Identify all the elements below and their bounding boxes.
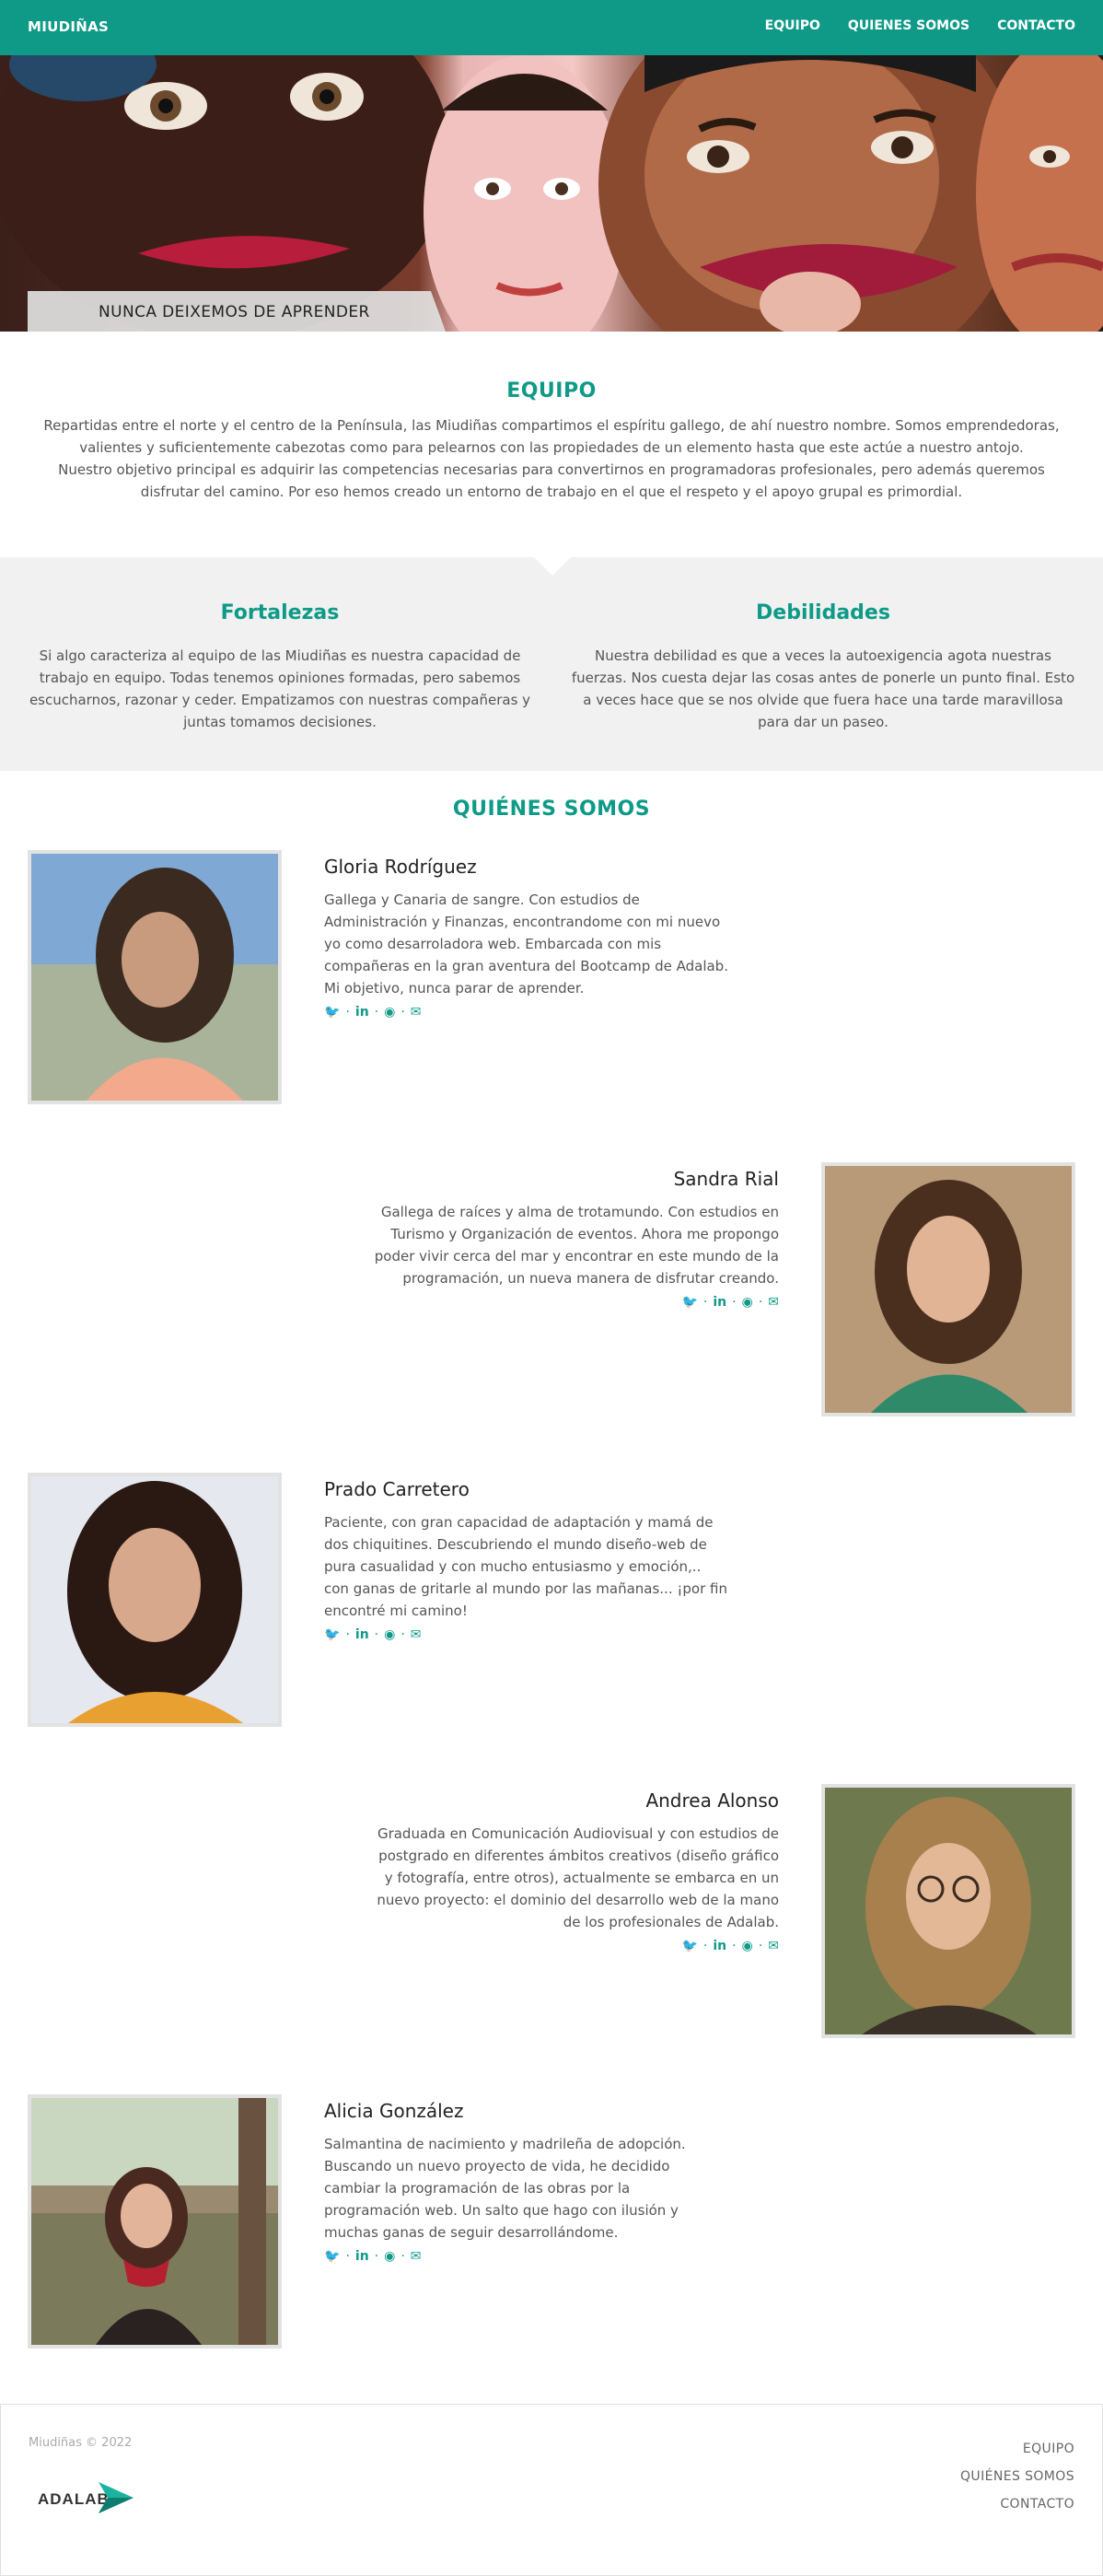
twitter-icon[interactable]: 🐦 [324, 1005, 340, 1020]
weaknesses-text: Nuestra debilidad es que a veces la auto… [571, 647, 1075, 730]
avatar [28, 850, 282, 1104]
brand-logo[interactable]: MIUDIÑAS [28, 18, 109, 35]
nav-link-equipo[interactable]: EQUIPO [765, 18, 820, 33]
member-bio: Graduada en Comunicación Audiovisual y c… [377, 1825, 779, 1930]
linkedin-icon[interactable]: in [713, 1295, 726, 1310]
main-nav: EQUIPO QUIENES SOMOS CONTACTO [765, 18, 1075, 33]
member-card: Prado Carretero Paciente, con gran capac… [0, 1473, 1103, 1727]
member-bio: Gallega y Canaria de sangre. Con estudio… [324, 892, 728, 997]
social-links: 🐦 · in · ◉ · ✉ [324, 2249, 422, 2264]
github-icon[interactable]: ◉ [742, 1295, 753, 1310]
avatar [821, 1784, 1075, 2038]
twitter-icon[interactable]: 🐦 [324, 1627, 340, 1642]
weaknesses-title: Debilidades [756, 601, 890, 624]
email-icon[interactable]: ✉ [768, 1295, 779, 1310]
twitter-icon[interactable]: 🐦 [681, 1939, 697, 1953]
member-bio: Gallega de raíces y alma de trotamundo. … [374, 1204, 779, 1287]
member-card: Andrea Alonso Graduada en Comunicación A… [0, 1784, 1103, 2038]
member-info: Alicia González Salmantina de nacimiento… [324, 2100, 729, 2264]
traits-section: Fortalezas Si algo caracteriza al equipo… [0, 557, 1103, 771]
copyright: Miudiñas © 2022 [29, 2436, 133, 2450]
twitter-icon[interactable]: 🐦 [681, 1295, 697, 1310]
nav-link-quienes-somos[interactable]: QUIENES SOMOS [848, 18, 969, 33]
strengths-text: Si algo caracteriza al equipo de las Miu… [29, 647, 531, 730]
team-title: EQUIPO [506, 379, 597, 402]
team-paragraph-1: Repartidas entre el norte y el centro de… [43, 417, 1060, 456]
github-icon[interactable]: ◉ [742, 1939, 753, 1953]
linkedin-icon[interactable]: in [355, 1627, 369, 1642]
email-icon[interactable]: ✉ [411, 1627, 422, 1642]
member-name: Sandra Rial [673, 1168, 779, 1190]
github-icon[interactable]: ◉ [384, 2249, 395, 2264]
member-bio: Salmantina de nacimiento y madrileña de … [324, 2136, 686, 2241]
member-name: Gloria Rodríguez [324, 856, 477, 878]
footer-nav: EQUIPO QUIÉNES SOMOS CONTACTO [960, 2442, 1074, 2524]
weaknesses-block: Debilidades Nuestra debilidad es que a v… [565, 601, 1081, 733]
nav-link-contacto[interactable]: CONTACTO [997, 18, 1075, 33]
linkedin-icon[interactable]: in [355, 1005, 369, 1020]
github-icon[interactable]: ◉ [384, 1005, 395, 1020]
twitter-icon[interactable]: 🐦 [324, 2249, 340, 2264]
member-name: Andrea Alonso [645, 1789, 779, 1812]
member-name: Prado Carretero [324, 1478, 470, 1500]
github-icon[interactable]: ◉ [384, 1627, 395, 1642]
member-card: Sandra Rial Gallega de raíces y alma de … [0, 1162, 1103, 1416]
member-card: Gloria Rodríguez Gallega y Canaria de sa… [0, 850, 1103, 1104]
member-info: Prado Carretero Paciente, con gran capac… [324, 1478, 729, 1642]
about-title: QUIÉNES SOMOS [452, 798, 651, 821]
member-bio: Paciente, con gran capacidad de adaptaci… [324, 1514, 727, 1619]
strengths-title: Fortalezas [220, 601, 340, 624]
social-links: 🐦 · in · ◉ · ✉ [681, 1295, 779, 1310]
member-info: Sandra Rial Gallega de raíces y alma de … [374, 1168, 779, 1310]
member-info: Gloria Rodríguez Gallega y Canaria de sa… [324, 856, 729, 1020]
linkedin-icon[interactable]: in [355, 2249, 369, 2264]
footer-link-equipo[interactable]: EQUIPO [960, 2442, 1074, 2456]
avatar [28, 2094, 282, 2349]
member-name: Alicia González [324, 2100, 464, 2122]
header: MIUDIÑAS EQUIPO QUIENES SOMOS CONTACTO [0, 0, 1103, 55]
footer-link-contacto[interactable]: CONTACTO [960, 2497, 1074, 2512]
footer: Miudiñas © 2022 ADALAB EQUIPO QUIÉNES SO… [0, 2404, 1103, 2576]
footer-link-quienes-somos[interactable]: QUIÉNES SOMOS [960, 2469, 1074, 2484]
team-paragraph-2: Nuestro objetivo principal es adquirir l… [58, 461, 1045, 500]
email-icon[interactable]: ✉ [411, 1005, 422, 1020]
team-section: EQUIPO Repartidas entre el norte y el ce… [0, 332, 1103, 557]
hero-caption-text: NUNCA DEIXEMOS DE APRENDER [99, 303, 370, 321]
social-links: 🐦 · in · ◉ · ✉ [324, 1627, 422, 1642]
avatar [28, 1473, 282, 1727]
avatar [821, 1162, 1075, 1416]
social-links: 🐦 · in · ◉ · ✉ [324, 1005, 422, 1020]
social-links: 🐦 · in · ◉ · ✉ [681, 1939, 779, 1953]
hero-caption: NUNCA DEIXEMOS DE APRENDER [28, 291, 446, 332]
svg-text:ADALAB: ADALAB [38, 2490, 110, 2508]
adalab-logo[interactable]: ADALAB [38, 2475, 139, 2524]
email-icon[interactable]: ✉ [768, 1939, 779, 1953]
member-info: Andrea Alonso Graduada en Comunicación A… [374, 1789, 779, 1953]
email-icon[interactable]: ✉ [411, 2249, 422, 2264]
member-card: Alicia González Salmantina de nacimiento… [0, 2094, 1103, 2349]
strengths-block: Fortalezas Si algo caracteriza al equipo… [22, 601, 538, 733]
hero-masks-illustration [0, 55, 1103, 332]
hero-image: NUNCA DEIXEMOS DE APRENDER [0, 55, 1103, 332]
linkedin-icon[interactable]: in [713, 1939, 726, 1953]
